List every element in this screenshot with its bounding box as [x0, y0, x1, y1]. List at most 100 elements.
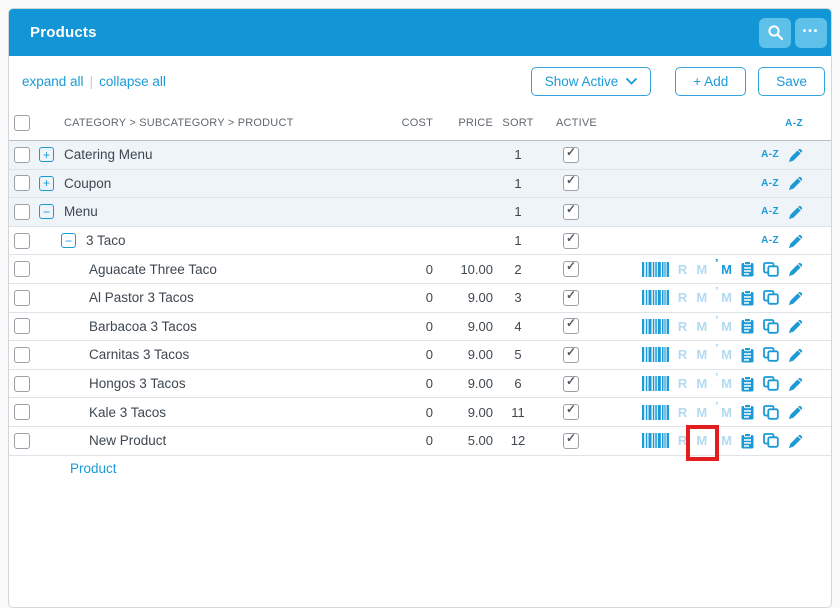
sort-az-button[interactable]: A-Z: [761, 178, 779, 189]
more-options-button[interactable]: •••: [795, 17, 827, 48]
modifiers-icon[interactable]: M: [715, 316, 732, 333]
modifiers-icon[interactable]: M: [715, 402, 732, 419]
row-checkbox[interactable]: [14, 404, 30, 421]
price-value: 9.00: [467, 347, 493, 363]
duplicate-icon[interactable]: [763, 404, 779, 420]
clipboard-icon[interactable]: [741, 289, 754, 306]
duplicate-icon[interactable]: [763, 290, 779, 305]
edit-icon[interactable]: [788, 233, 804, 249]
recipe-icon[interactable]: R: [678, 377, 687, 390]
modifiers-icon[interactable]: M: [715, 259, 732, 276]
collapse-all-link[interactable]: collapse all: [99, 74, 166, 89]
m-icon[interactable]: M: [696, 348, 707, 361]
edit-icon[interactable]: [788, 318, 804, 334]
row-actions: A-Z: [623, 227, 831, 255]
recipe-icon[interactable]: R: [678, 320, 687, 333]
recipe-icon[interactable]: R: [678, 263, 687, 276]
modifiers-icon[interactable]: M: [715, 373, 732, 390]
active-checkbox[interactable]: [563, 202, 579, 220]
edit-icon[interactable]: [788, 175, 804, 191]
sort-az-button[interactable]: A-Z: [761, 235, 779, 246]
clipboard-icon[interactable]: [741, 432, 754, 449]
edit-icon[interactable]: [788, 347, 804, 363]
collapse-icon[interactable]: −: [39, 204, 54, 220]
m-icon[interactable]: M: [696, 377, 707, 390]
recipe-icon[interactable]: R: [678, 291, 687, 304]
toolbar: expand all | collapse all Show Active + Ad…: [9, 56, 831, 106]
duplicate-icon[interactable]: [763, 376, 779, 391]
active-checkbox[interactable]: [563, 374, 579, 392]
edit-icon[interactable]: [788, 261, 804, 277]
show-active-dropdown[interactable]: Show Active: [530, 66, 652, 96]
active-checkbox[interactable]: [563, 288, 579, 306]
select-all-checkbox[interactable]: [14, 115, 30, 131]
edit-icon[interactable]: [788, 404, 804, 420]
row-checkbox[interactable]: [14, 375, 30, 392]
row-checkbox[interactable]: [14, 346, 30, 363]
edit-icon[interactable]: [788, 376, 804, 392]
active-checkbox[interactable]: [563, 173, 579, 192]
active-checkbox[interactable]: [563, 145, 579, 163]
collapse-icon[interactable]: −: [61, 233, 76, 249]
m-icon[interactable]: M: [696, 406, 707, 419]
clipboard-icon[interactable]: [741, 318, 754, 334]
row-checkbox[interactable]: [14, 175, 30, 192]
edit-icon[interactable]: [788, 290, 804, 306]
active-checkbox[interactable]: [563, 431, 579, 449]
row-checkbox[interactable]: [14, 203, 30, 220]
row-checkbox[interactable]: [14, 289, 30, 306]
clipboard-icon[interactable]: [741, 346, 754, 363]
row-checkbox[interactable]: [14, 232, 30, 249]
clipboard-icon[interactable]: [741, 261, 754, 277]
duplicate-icon[interactable]: [763, 318, 779, 334]
m-icon[interactable]: M: [696, 320, 707, 333]
search-button[interactable]: [759, 17, 791, 48]
active-checkbox[interactable]: [563, 231, 579, 249]
barcode-icon[interactable]: [641, 261, 669, 277]
clipboard-icon[interactable]: [741, 404, 754, 420]
save-button[interactable]: Save: [758, 66, 825, 96]
add-button[interactable]: + Add: [675, 66, 747, 96]
sort-az-button[interactable]: A-Z: [761, 206, 779, 217]
barcode-icon[interactable]: [641, 290, 669, 306]
row-checkbox[interactable]: [14, 318, 30, 335]
edit-icon[interactable]: [788, 204, 804, 220]
duplicate-icon[interactable]: [763, 261, 779, 277]
m-icon-wrap: M: [696, 406, 707, 419]
expand-icon[interactable]: +: [39, 175, 54, 191]
duplicate-icon[interactable]: [763, 433, 779, 448]
save-label: Save: [776, 73, 807, 89]
price-value: 9.00: [467, 376, 493, 392]
barcode-icon[interactable]: [641, 318, 669, 334]
expand-all-link[interactable]: expand all: [22, 74, 84, 89]
modifiers-icon[interactable]: M: [715, 344, 732, 361]
active-checkbox[interactable]: [563, 259, 579, 278]
row-actions: RMM: [623, 370, 831, 398]
modifiers-icon[interactable]: M: [715, 287, 732, 304]
expand-icon[interactable]: +: [39, 147, 54, 163]
edit-icon[interactable]: [788, 147, 804, 163]
row-checkbox[interactable]: [14, 432, 30, 449]
m-icon[interactable]: M: [696, 434, 707, 447]
edit-icon[interactable]: [788, 433, 804, 449]
barcode-icon[interactable]: [641, 347, 669, 363]
modifiers-icon[interactable]: M: [715, 430, 732, 447]
sort-az-button[interactable]: A-Z: [761, 149, 779, 160]
m-icon[interactable]: M: [696, 291, 707, 304]
barcode-icon[interactable]: [641, 433, 669, 449]
active-checkbox[interactable]: [563, 402, 579, 421]
recipe-icon[interactable]: R: [678, 434, 687, 447]
recipe-icon[interactable]: R: [678, 348, 687, 361]
row-checkbox[interactable]: [14, 146, 30, 163]
clipboard-icon[interactable]: [741, 375, 754, 392]
row-name: Coupon: [64, 175, 112, 191]
barcode-icon[interactable]: [641, 376, 669, 392]
m-icon[interactable]: M: [696, 263, 707, 276]
recipe-icon[interactable]: R: [678, 406, 687, 419]
active-checkbox[interactable]: [563, 316, 579, 335]
duplicate-icon[interactable]: [763, 347, 779, 363]
row-checkbox[interactable]: [14, 261, 30, 278]
active-checkbox[interactable]: [563, 345, 579, 363]
barcode-icon[interactable]: [641, 404, 669, 420]
partial-row-link[interactable]: Product: [70, 456, 117, 476]
